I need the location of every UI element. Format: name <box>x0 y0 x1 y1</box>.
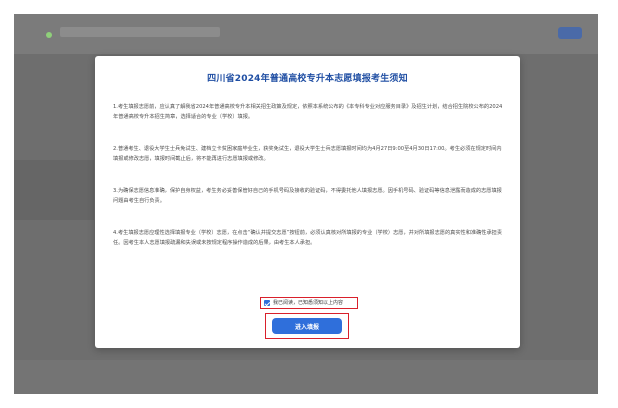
notice-modal: 四川省2024年普通高校专升本志愿填报考生须知 1.考生填报志愿前，应认真了解我… <box>95 56 520 348</box>
notice-paragraph-2: 2.普通考生、退役大学生士兵免试生、建档立卡贫困家庭毕业生，获奖免试生，退役大学… <box>113 146 502 162</box>
agree-label: 我已阅读，已知悉须知以上内容 <box>273 300 344 306</box>
notice-paragraph-1: 1.考生填报志愿前，应认真了解我省2024年普通高校专升本相关招生政策及规定，依… <box>113 104 503 120</box>
background-header-button <box>558 27 582 39</box>
enter-fill-button[interactable]: 进入填报 <box>272 318 342 334</box>
background-status-dot <box>46 32 52 38</box>
enter-button-highlight: 进入填报 <box>265 313 349 339</box>
notice-paragraph-3: 3.为确保志愿信息准确，保护自身权益，考生务必妥善保管好自己的手机号码及接收的验… <box>113 188 502 204</box>
modal-title: 四川省2024年普通高校专升本志愿填报考生须知 <box>207 74 408 84</box>
background-footer <box>14 360 598 394</box>
background-header-text <box>60 27 220 37</box>
agree-checkbox[interactable] <box>264 300 270 306</box>
background-side-panel <box>14 160 94 220</box>
agree-checkbox-row[interactable]: 我已阅读，已知悉须知以上内容 <box>260 297 358 309</box>
notice-paragraph-4: 4.考生填报志愿应理性选择填报专业（学校）志愿，在点击“确认并提交志愿”按钮前，… <box>113 230 503 246</box>
